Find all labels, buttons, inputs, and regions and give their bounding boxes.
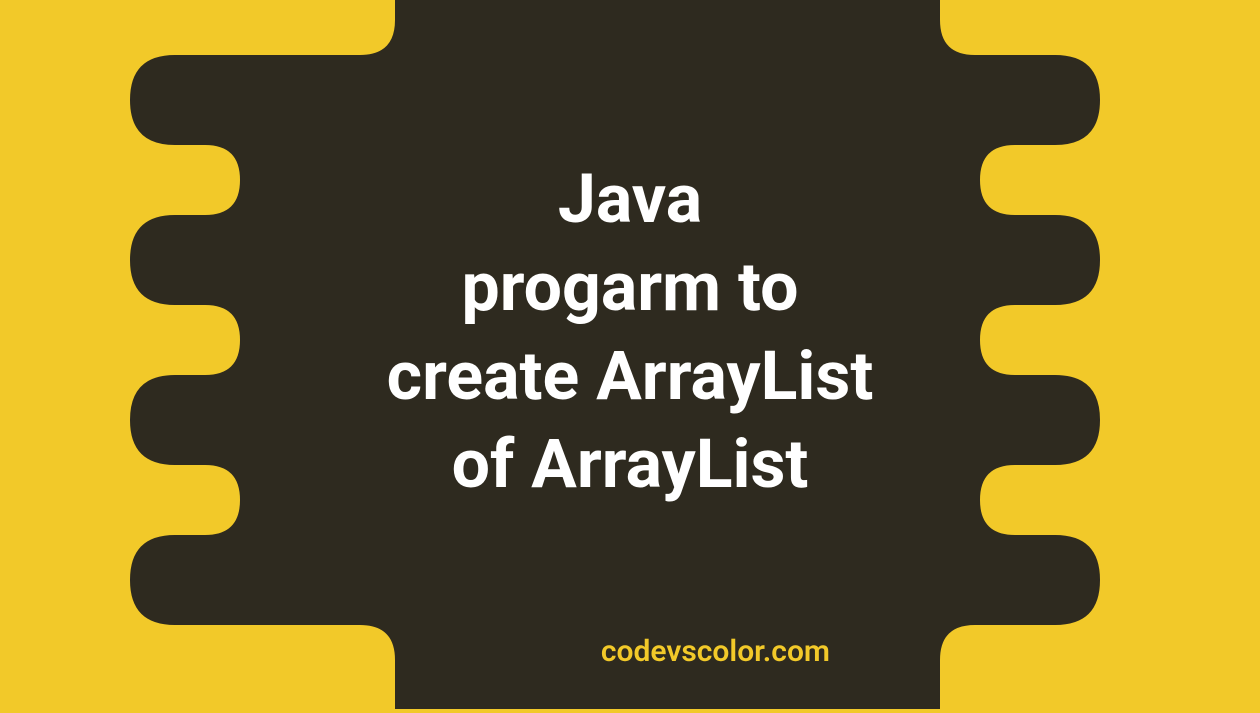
site-url-label: codevscolor.com bbox=[601, 634, 830, 669]
main-title: Java progarm to create ArrayList of Arra… bbox=[387, 155, 874, 509]
